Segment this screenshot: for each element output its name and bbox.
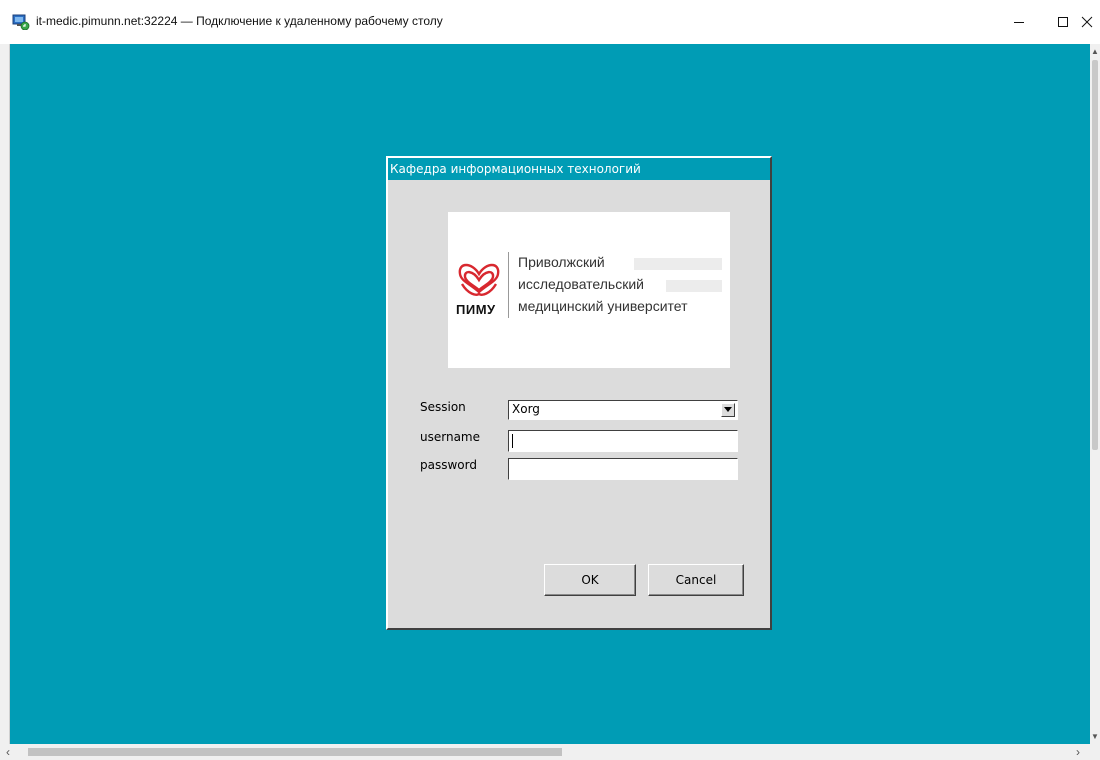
horizontal-scrollbar[interactable]: ‹ ›	[0, 744, 1100, 760]
window-left-edge	[0, 44, 10, 760]
horizontal-scroll-thumb[interactable]	[28, 748, 562, 756]
vertical-scrollbar[interactable]: ▲ ▼	[1090, 44, 1100, 744]
logo-text-line1: Приволжский	[518, 254, 605, 270]
logo-divider	[508, 252, 509, 318]
heart-logo-icon	[458, 263, 500, 296]
cancel-button[interactable]: Cancel	[648, 564, 744, 596]
scroll-down-icon[interactable]: ▼	[1091, 732, 1099, 741]
vertical-scroll-thumb[interactable]	[1092, 60, 1098, 450]
ok-button[interactable]: OK	[544, 564, 636, 596]
logo-abbreviation: ПИМУ	[456, 302, 496, 317]
maximize-icon	[1058, 17, 1068, 27]
session-select[interactable]: Xorg	[508, 400, 738, 420]
logo-decor-bar	[666, 280, 722, 292]
username-input[interactable]	[508, 430, 738, 452]
minimize-icon	[1014, 22, 1024, 23]
password-input[interactable]	[508, 458, 738, 480]
window-titlebar[interactable]: it-medic.pimunn.net:32224 — Подключение …	[0, 0, 1100, 44]
chevron-down-icon	[724, 407, 732, 412]
logo-decor-bar	[634, 258, 722, 270]
login-dialog: Кафедра информационных технологий ПИМУ П…	[386, 156, 772, 630]
window-title: it-medic.pimunn.net:32224 — Подключение …	[36, 14, 443, 28]
remote-desktop-icon	[12, 14, 30, 30]
text-caret	[512, 434, 513, 448]
dropdown-arrow-button[interactable]	[721, 403, 735, 417]
logo-text-line3: медицинский университет	[518, 298, 688, 314]
close-button[interactable]	[1072, 10, 1100, 34]
session-label: Session	[420, 400, 466, 414]
password-label: password	[420, 458, 477, 472]
close-icon	[1081, 16, 1093, 28]
logo-text-line2: исследовательский	[518, 276, 644, 292]
university-logo: ПИМУ Приволжский исследовательский медиц…	[448, 212, 730, 368]
dialog-title: Кафедра информационных технологий	[388, 158, 770, 180]
session-value: Xorg	[512, 402, 540, 416]
username-label: username	[420, 430, 480, 444]
scroll-up-icon[interactable]: ▲	[1091, 47, 1099, 56]
scroll-left-icon[interactable]: ‹	[6, 745, 10, 759]
minimize-button[interactable]	[1004, 10, 1034, 34]
scroll-right-icon[interactable]: ›	[1076, 745, 1080, 759]
